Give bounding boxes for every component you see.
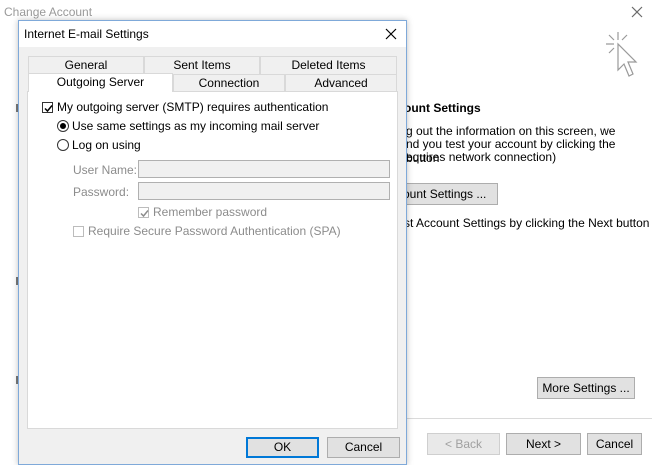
wizard-cancel-button[interactable]: Cancel [587, 433, 642, 455]
smtp-auth-checkbox[interactable] [42, 101, 53, 113]
smtp-auth-option[interactable]: My outgoing server (SMTP) requires authe… [42, 100, 328, 114]
close-icon[interactable] [629, 4, 645, 20]
use-same-settings-radio[interactable] [57, 120, 69, 132]
remember-password-option[interactable]: Remember password [138, 205, 267, 219]
dialog-titlebar: Internet E-mail Settings [19, 21, 406, 47]
next-hint-text: st Account Settings by clicking the Next… [404, 216, 650, 230]
require-spa-option[interactable]: Require Secure Password Authentication (… [73, 224, 341, 238]
password-label: Password: [73, 185, 130, 199]
require-spa-checkbox[interactable] [73, 225, 84, 237]
description-line: equires network connection) [406, 150, 557, 164]
wizard-cursor-icon [606, 32, 638, 77]
remember-password-label: Remember password [153, 205, 268, 219]
divider [404, 418, 652, 419]
use-same-settings-option[interactable]: Use same settings as my incoming mail se… [57, 119, 319, 133]
next-button[interactable]: Next > [506, 433, 581, 455]
checkmark-icon [140, 209, 149, 217]
password-input[interactable] [138, 182, 390, 200]
tab-connection[interactable]: Connection [173, 74, 285, 92]
cancel-button[interactable]: Cancel [327, 437, 400, 458]
internet-email-settings-dialog: Internet E-mail Settings General Sent It… [18, 20, 407, 465]
test-account-settings-button[interactable]: ount Settings ... [394, 183, 498, 205]
more-settings-button[interactable]: More Settings ... [537, 377, 635, 399]
checkmark-icon [44, 104, 53, 112]
log-on-using-radio[interactable] [57, 139, 69, 151]
background-window-title: Change Account [4, 5, 93, 19]
account-settings-heading: ount Settings [404, 101, 481, 115]
smtp-auth-label: My outgoing server (SMTP) requires authe… [57, 100, 329, 114]
back-button[interactable]: < Back [427, 433, 500, 455]
tab-advanced[interactable]: Advanced [285, 74, 397, 92]
tab-deleted-items[interactable]: Deleted Items [260, 56, 397, 74]
require-spa-label: Require Secure Password Authentication (… [88, 224, 341, 238]
ok-button[interactable]: OK [246, 437, 319, 458]
username-label: User Name: [73, 163, 138, 177]
use-same-settings-label: Use same settings as my incoming mail se… [72, 119, 320, 133]
description-line: g out the information on this screen, we [406, 124, 616, 138]
tab-general[interactable]: General [28, 56, 144, 74]
log-on-using-label: Log on using [72, 138, 141, 152]
log-on-using-option[interactable]: Log on using [57, 138, 141, 152]
tab-sent-items[interactable]: Sent Items [144, 56, 260, 74]
dialog-title: Internet E-mail Settings [24, 27, 149, 41]
tab-outgoing-server[interactable]: Outgoing Server [28, 73, 173, 92]
close-icon[interactable] [383, 26, 399, 42]
remember-password-checkbox[interactable] [138, 206, 149, 218]
outgoing-server-panel: My outgoing server (SMTP) requires authe… [27, 91, 398, 429]
username-input[interactable] [138, 160, 390, 178]
